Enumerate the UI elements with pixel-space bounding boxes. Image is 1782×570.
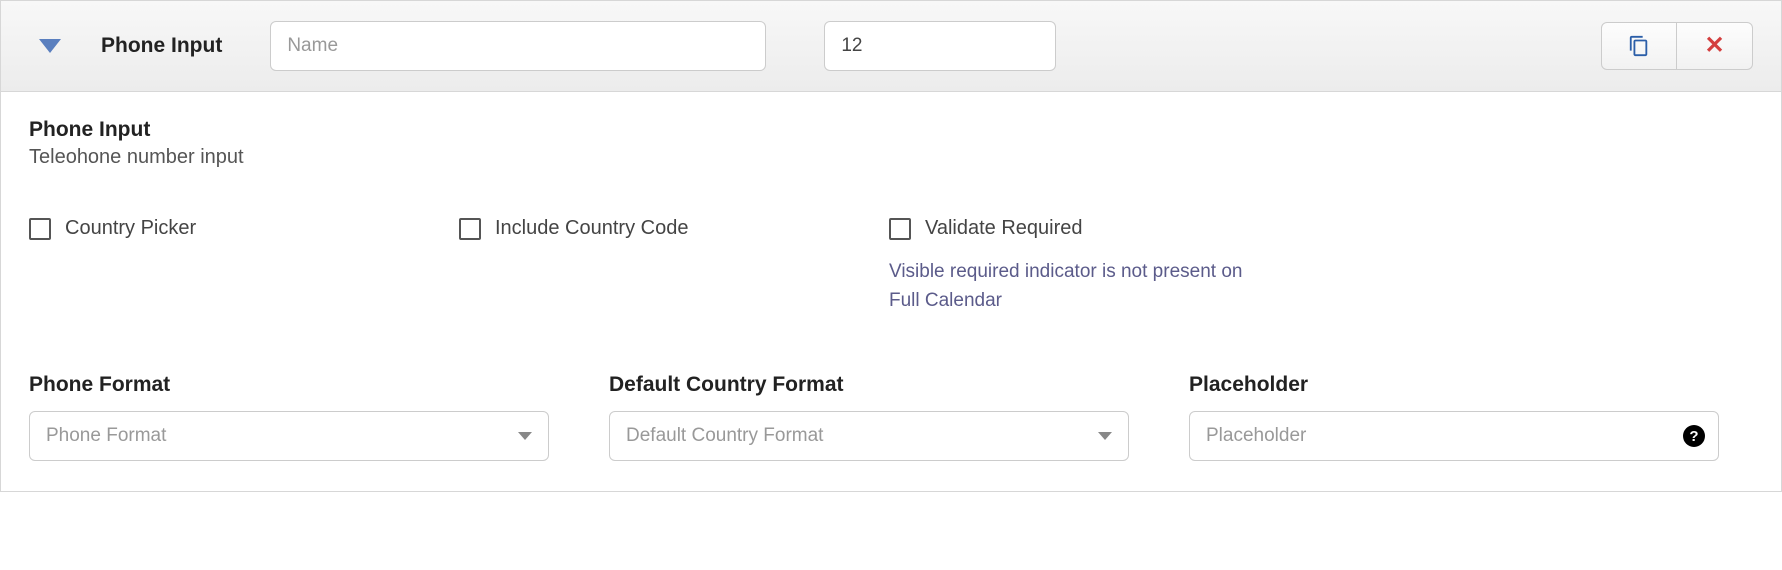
section-subtitle: Teleohone number input <box>29 146 1753 169</box>
default-country-format-select[interactable]: Default Country Format <box>609 411 1129 461</box>
chevron-down-icon <box>1098 432 1112 440</box>
delete-button[interactable]: ✕ <box>1677 22 1753 70</box>
close-icon: ✕ <box>1704 34 1724 58</box>
collapse-toggle-icon[interactable] <box>39 39 61 53</box>
checkbox-row: Country Picker Include Country Code Vali… <box>29 217 1753 315</box>
copy-button[interactable] <box>1601 22 1677 70</box>
phone-format-label: Phone Format <box>29 373 549 397</box>
validate-required-checkbox[interactable]: Validate Required <box>889 217 1319 240</box>
placeholder-input[interactable] <box>1189 411 1719 461</box>
select-placeholder: Default Country Format <box>626 425 823 447</box>
default-country-format-label: Default Country Format <box>609 373 1129 397</box>
include-country-code-checkbox[interactable]: Include Country Code <box>459 217 889 240</box>
order-input[interactable] <box>824 21 1056 71</box>
header-actions: ✕ <box>1601 22 1753 70</box>
checkbox-box <box>459 218 481 240</box>
checkbox-box <box>29 218 51 240</box>
validate-required-help: Visible required indicator is not presen… <box>889 258 1249 315</box>
phone-input-panel: Phone Input ✕ Phone Input Teleohone numb… <box>0 0 1782 492</box>
panel-header: Phone Input ✕ <box>1 0 1781 92</box>
panel-body: Phone Input Teleohone number input Count… <box>1 92 1781 491</box>
copy-icon <box>1628 35 1650 57</box>
checkbox-label: Include Country Code <box>495 217 688 240</box>
placeholder-label: Placeholder <box>1189 373 1719 397</box>
field-row: Phone Format Phone Format Default Countr… <box>29 373 1753 461</box>
phone-format-select[interactable]: Phone Format <box>29 411 549 461</box>
checkbox-box <box>889 218 911 240</box>
header-title: Phone Input <box>101 34 222 58</box>
help-icon[interactable]: ? <box>1683 425 1705 447</box>
checkbox-label: Country Picker <box>65 217 196 240</box>
chevron-down-icon <box>518 432 532 440</box>
name-input[interactable] <box>270 21 766 71</box>
section-title: Phone Input <box>29 118 1753 142</box>
checkbox-label: Validate Required <box>925 217 1083 240</box>
country-picker-checkbox[interactable]: Country Picker <box>29 217 459 240</box>
select-placeholder: Phone Format <box>46 425 166 447</box>
